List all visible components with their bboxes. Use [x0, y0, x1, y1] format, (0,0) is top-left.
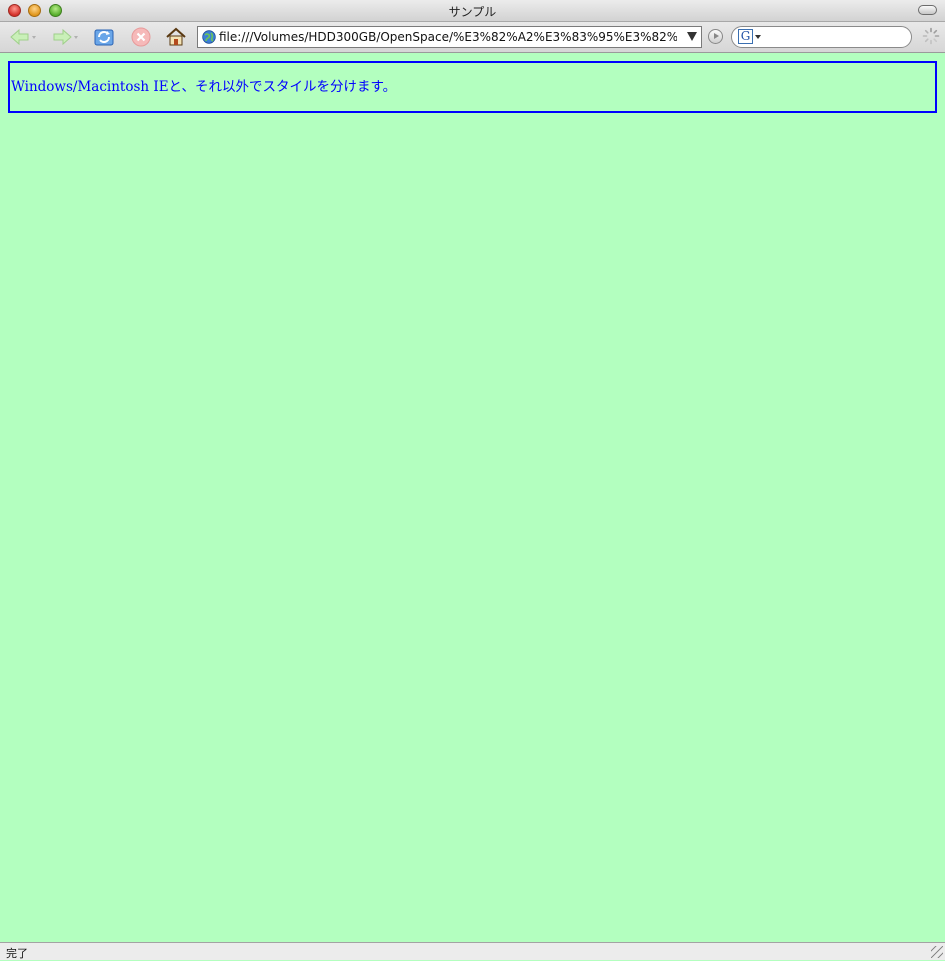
home-button[interactable] — [163, 25, 189, 49]
resize-grip-icon[interactable] — [931, 946, 943, 958]
message-text: Windows/Macintosh IEと、それ以外でスタイルを分けます。 — [11, 79, 397, 95]
forward-button[interactable] — [48, 25, 82, 49]
forward-arrow-icon — [53, 28, 78, 46]
back-arrow-icon — [10, 28, 36, 46]
toolbar-toggle-button[interactable] — [918, 5, 937, 15]
search-field[interactable]: G — [731, 26, 912, 48]
stop-button[interactable] — [128, 25, 154, 49]
go-button[interactable] — [708, 29, 723, 44]
page-content: Windows/Macintosh IEと、それ以外でスタイルを分けます。 — [0, 53, 945, 942]
reload-icon — [94, 29, 114, 46]
reload-button[interactable] — [91, 25, 117, 49]
status-bar: 完了 — [0, 942, 945, 960]
address-bar[interactable]: file:///Volumes/HDD300GB/OpenSpace/%E3%8… — [197, 26, 702, 48]
status-text: 完了 — [6, 947, 28, 960]
home-icon — [166, 27, 186, 46]
loading-spinner-icon — [922, 27, 940, 45]
address-history-dropdown-icon[interactable] — [687, 32, 697, 41]
stop-icon — [131, 27, 151, 47]
window-title-bar: サンプル — [0, 0, 945, 22]
back-button[interactable] — [6, 25, 40, 49]
window-title: サンプル — [448, 5, 497, 19]
message-box: Windows/Macintosh IEと、それ以外でスタイルを分けます。 — [8, 61, 937, 113]
search-engine-dropdown-icon[interactable] — [755, 35, 761, 39]
address-text: file:///Volumes/HDD300GB/OpenSpace/%E3%8… — [219, 30, 677, 44]
navigation-toolbar: file:///Volumes/HDD300GB/OpenSpace/%E3%8… — [0, 22, 945, 53]
google-search-engine-icon[interactable]: G — [738, 29, 753, 44]
globe-icon — [202, 30, 216, 44]
